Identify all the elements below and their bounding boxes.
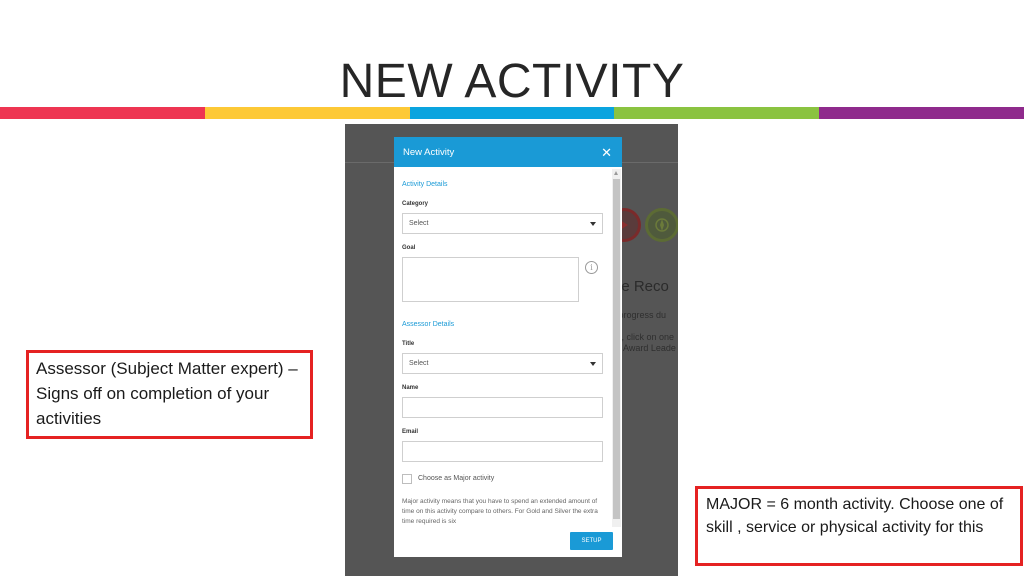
category-select-value: Select	[409, 220, 429, 227]
assessor-callout: Assessor (Subject Matter expert) – Signs…	[26, 350, 313, 439]
close-icon[interactable]: ✕	[601, 146, 612, 159]
modal-body[interactable]: Activity Details Category Select Goal i …	[394, 167, 612, 529]
slide-title: NEW ACTIVITY	[339, 55, 685, 108]
app-screenshot: ne Reco r progress du t, click on one Aw…	[345, 124, 678, 576]
title-select-value: Select	[409, 360, 429, 367]
major-activity-checkbox-label[interactable]: Choose as Major activity	[418, 475, 494, 482]
name-input[interactable]	[402, 397, 603, 418]
name-label: Name	[402, 385, 419, 391]
chevron-down-icon	[590, 361, 596, 366]
major-activity-checkbox[interactable]	[402, 474, 412, 484]
modal-scrollbar[interactable]	[612, 169, 621, 527]
title-label: Title	[402, 341, 415, 347]
color-bar-segment-blue	[409, 107, 615, 119]
major-activity-note: Major activity means that you have to sp…	[402, 498, 598, 525]
color-bar-segment-red	[0, 107, 205, 119]
title-select[interactable]: Select	[402, 353, 603, 374]
color-bar-segment-yellow	[204, 107, 410, 119]
color-bar	[0, 107, 1024, 119]
assessor-details-heading: Assessor Details	[402, 321, 455, 328]
category-select[interactable]: Select	[402, 213, 603, 234]
modal-header: New Activity ✕	[394, 137, 622, 167]
background-text-line: t, click on one	[619, 332, 675, 342]
email-input[interactable]	[402, 441, 603, 462]
modal-title: New Activity	[403, 146, 455, 158]
green-compass-icon	[645, 208, 678, 242]
activity-details-heading: Activity Details	[402, 181, 448, 188]
goal-textarea[interactable]	[402, 257, 579, 302]
major-callout: MAJOR = 6 month activity. Choose one of …	[695, 486, 1023, 566]
new-activity-modal: New Activity ✕ Activity Details Category…	[394, 137, 622, 557]
chevron-down-icon	[590, 221, 596, 226]
setup-button[interactable]: SETUP	[570, 532, 613, 550]
scrollbar-thumb[interactable]	[613, 179, 620, 519]
email-label: Email	[402, 429, 419, 435]
scroll-up-arrow-icon[interactable]	[614, 171, 618, 175]
info-icon[interactable]: i	[585, 261, 598, 274]
color-bar-segment-purple	[819, 107, 1024, 119]
background-text-line: Award Leade	[623, 343, 676, 353]
color-bar-segment-green	[614, 107, 820, 119]
goal-label: Goal	[402, 245, 416, 251]
category-label: Category	[402, 201, 429, 207]
